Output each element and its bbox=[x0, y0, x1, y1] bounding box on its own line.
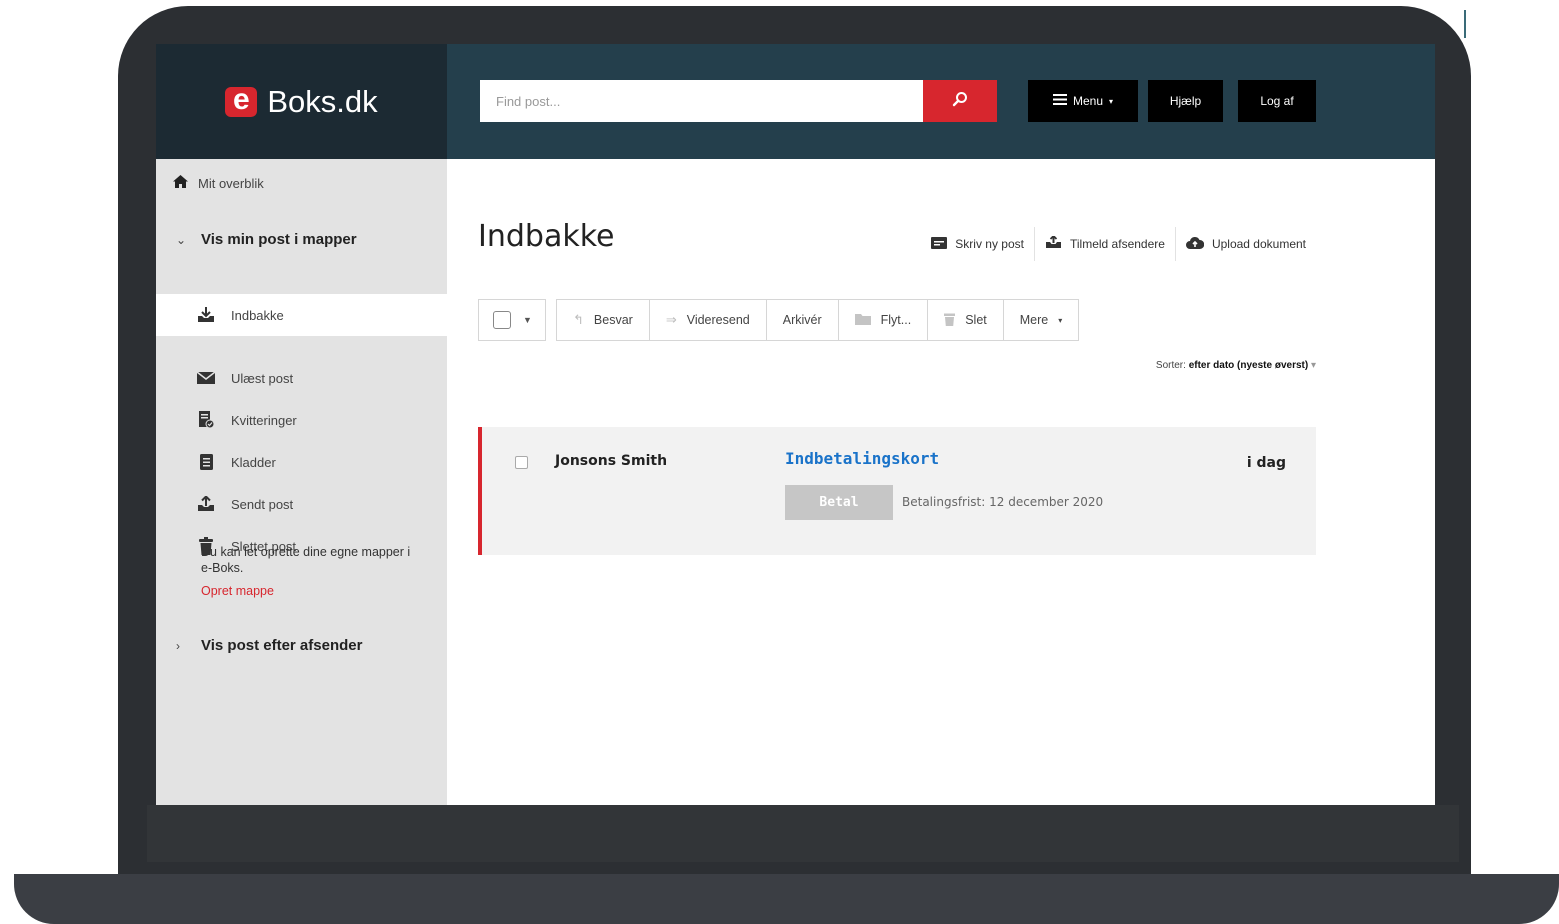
move-button[interactable]: Flyt... bbox=[837, 300, 928, 340]
reply-icon: ↰ bbox=[573, 312, 584, 327]
subscribe-senders-button[interactable]: Tilmeld afsendere bbox=[1034, 227, 1175, 261]
page-title: Indbakke bbox=[478, 219, 615, 254]
message-checkbox[interactable] bbox=[515, 456, 528, 469]
screen: e Boks.dk Menu ▾ Hjælp Log af bbox=[156, 44, 1435, 805]
button-label: Arkivér bbox=[782, 313, 822, 327]
help-button[interactable]: Hjælp bbox=[1148, 80, 1223, 122]
receipt-icon bbox=[197, 411, 215, 429]
section-folders-toggle[interactable]: ⌄ Vis min post i mapper bbox=[176, 231, 357, 248]
sidebar-item-label: Sendt post bbox=[231, 496, 294, 512]
folder-move-icon bbox=[854, 313, 871, 328]
logo[interactable]: e Boks.dk bbox=[156, 44, 447, 159]
action-label: Upload dokument bbox=[1211, 237, 1306, 251]
chevron-right-icon: › bbox=[176, 638, 180, 653]
sidebar-item-overview[interactable]: Mit overblik bbox=[173, 175, 264, 191]
caret-down-icon: ▾ bbox=[1109, 96, 1114, 106]
create-folder-link[interactable]: Opret mappe bbox=[201, 584, 274, 598]
folders-note: Du kan let oprette dine egne mapper i e-… bbox=[201, 545, 411, 575]
hamburger-icon bbox=[1052, 94, 1067, 108]
sidebar-item-ulaest-post[interactable]: Ulæst post bbox=[156, 357, 447, 399]
menu-label: Menu bbox=[1072, 94, 1103, 108]
button-label: Flyt... bbox=[880, 313, 912, 327]
main-content: Indbakke Skriv ny post Tilmeld afsendere… bbox=[447, 159, 1435, 805]
cloud-upload-icon bbox=[1185, 236, 1205, 252]
more-button[interactable]: Mere ▾ bbox=[1002, 300, 1079, 340]
section-label: Vis post efter afsender bbox=[201, 637, 363, 654]
message-toolbar: ▼ ↰ Besvar ⇒ Videresend Arkivér Flyt... … bbox=[478, 299, 1080, 341]
logo-e-mark: e bbox=[225, 85, 258, 117]
search-icon bbox=[952, 91, 968, 111]
button-label: Besvar bbox=[593, 313, 633, 327]
sidebar-item-sendt-post[interactable]: Sendt post bbox=[156, 483, 447, 525]
sidebar: Mit overblik ⌄ Vis min post i mapper Ind… bbox=[156, 159, 447, 805]
compose-button[interactable]: Skriv ny post bbox=[921, 227, 1034, 261]
edge-line bbox=[1464, 10, 1466, 38]
button-label: Slet bbox=[965, 313, 987, 327]
search-input[interactable] bbox=[480, 80, 923, 122]
draft-document-icon bbox=[197, 453, 215, 471]
upload-document-button[interactable]: Upload dokument bbox=[1174, 227, 1316, 261]
upload-tray-icon bbox=[197, 495, 215, 513]
sidebar-item-indbakke[interactable]: Indbakke bbox=[156, 294, 447, 336]
reply-button[interactable]: ↰ Besvar bbox=[557, 300, 649, 340]
caret-down-icon: ▾ bbox=[1058, 315, 1063, 325]
envelope-icon bbox=[197, 369, 215, 387]
message-date: i dag bbox=[1246, 455, 1286, 471]
page-actions: Skriv ny post Tilmeld afsendere Upload d… bbox=[921, 227, 1316, 261]
inbox-download-icon bbox=[197, 306, 215, 324]
sidebar-item-kvitteringer[interactable]: Kvitteringer bbox=[156, 399, 447, 441]
search-button[interactable] bbox=[923, 80, 997, 122]
home-icon bbox=[173, 175, 188, 191]
message-sender: Jonsons Smith bbox=[555, 453, 668, 469]
button-label: Videresend bbox=[686, 313, 750, 327]
sidebar-item-label: Indbakke bbox=[231, 307, 284, 323]
sidebar-item-kladder[interactable]: Kladder bbox=[156, 441, 447, 483]
toolbar-button-group: ↰ Besvar ⇒ Videresend Arkivér Flyt... Sl… bbox=[556, 299, 1080, 341]
sort-prefix: Sorter: bbox=[1155, 360, 1186, 371]
laptop-chin bbox=[147, 805, 1459, 862]
sidebar-item-label: Kvitteringer bbox=[231, 412, 297, 428]
sidebar-item-label: Mit overblik bbox=[198, 175, 264, 191]
message-subject-link[interactable]: Indbetalingskort bbox=[785, 449, 939, 468]
select-all-checkbox[interactable] bbox=[493, 311, 511, 329]
forward-arrow-icon: ⇒ bbox=[665, 312, 677, 327]
message-row[interactable]: Jonsons Smith Indbetalingskort i dag Bet… bbox=[478, 427, 1316, 555]
chevron-down-icon: ⌄ bbox=[176, 232, 187, 247]
payment-due-date: Betalingsfrist: 12 december 2020 bbox=[902, 495, 1104, 509]
compose-icon bbox=[931, 236, 948, 252]
top-header: e Boks.dk Menu ▾ Hjælp Log af bbox=[156, 44, 1435, 159]
select-all-dropdown[interactable]: ▼ bbox=[478, 299, 546, 341]
section-by-sender-toggle[interactable]: › Vis post efter afsender bbox=[176, 637, 362, 654]
forward-button[interactable]: ⇒ Videresend bbox=[648, 300, 766, 340]
sort-value: efter dato (nyeste øverst) bbox=[1188, 360, 1309, 371]
trash-icon bbox=[944, 312, 956, 329]
subscribe-icon bbox=[1045, 234, 1062, 252]
logo-text: Boks.dk bbox=[267, 83, 378, 119]
sidebar-item-label: Kladder bbox=[231, 454, 276, 470]
delete-button[interactable]: Slet bbox=[927, 300, 1003, 340]
archive-button[interactable]: Arkivér bbox=[765, 300, 838, 340]
sidebar-item-label: Ulæst post bbox=[231, 370, 294, 386]
action-label: Tilmeld afsendere bbox=[1070, 237, 1165, 251]
caret-down-icon: ▾ bbox=[1310, 360, 1316, 371]
logout-button[interactable]: Log af bbox=[1238, 80, 1316, 122]
section-label: Vis min post i mapper bbox=[201, 231, 357, 248]
button-label: Mere bbox=[1019, 313, 1049, 327]
pay-button[interactable]: Betal bbox=[785, 485, 893, 520]
laptop-base bbox=[14, 874, 1559, 924]
action-label: Skriv ny post bbox=[955, 237, 1024, 251]
sort-dropdown[interactable]: Sorter: efter dato (nyeste øverst) ▾ bbox=[1156, 360, 1316, 371]
menu-button[interactable]: Menu ▾ bbox=[1028, 80, 1138, 122]
caret-down-icon: ▼ bbox=[523, 315, 532, 325]
